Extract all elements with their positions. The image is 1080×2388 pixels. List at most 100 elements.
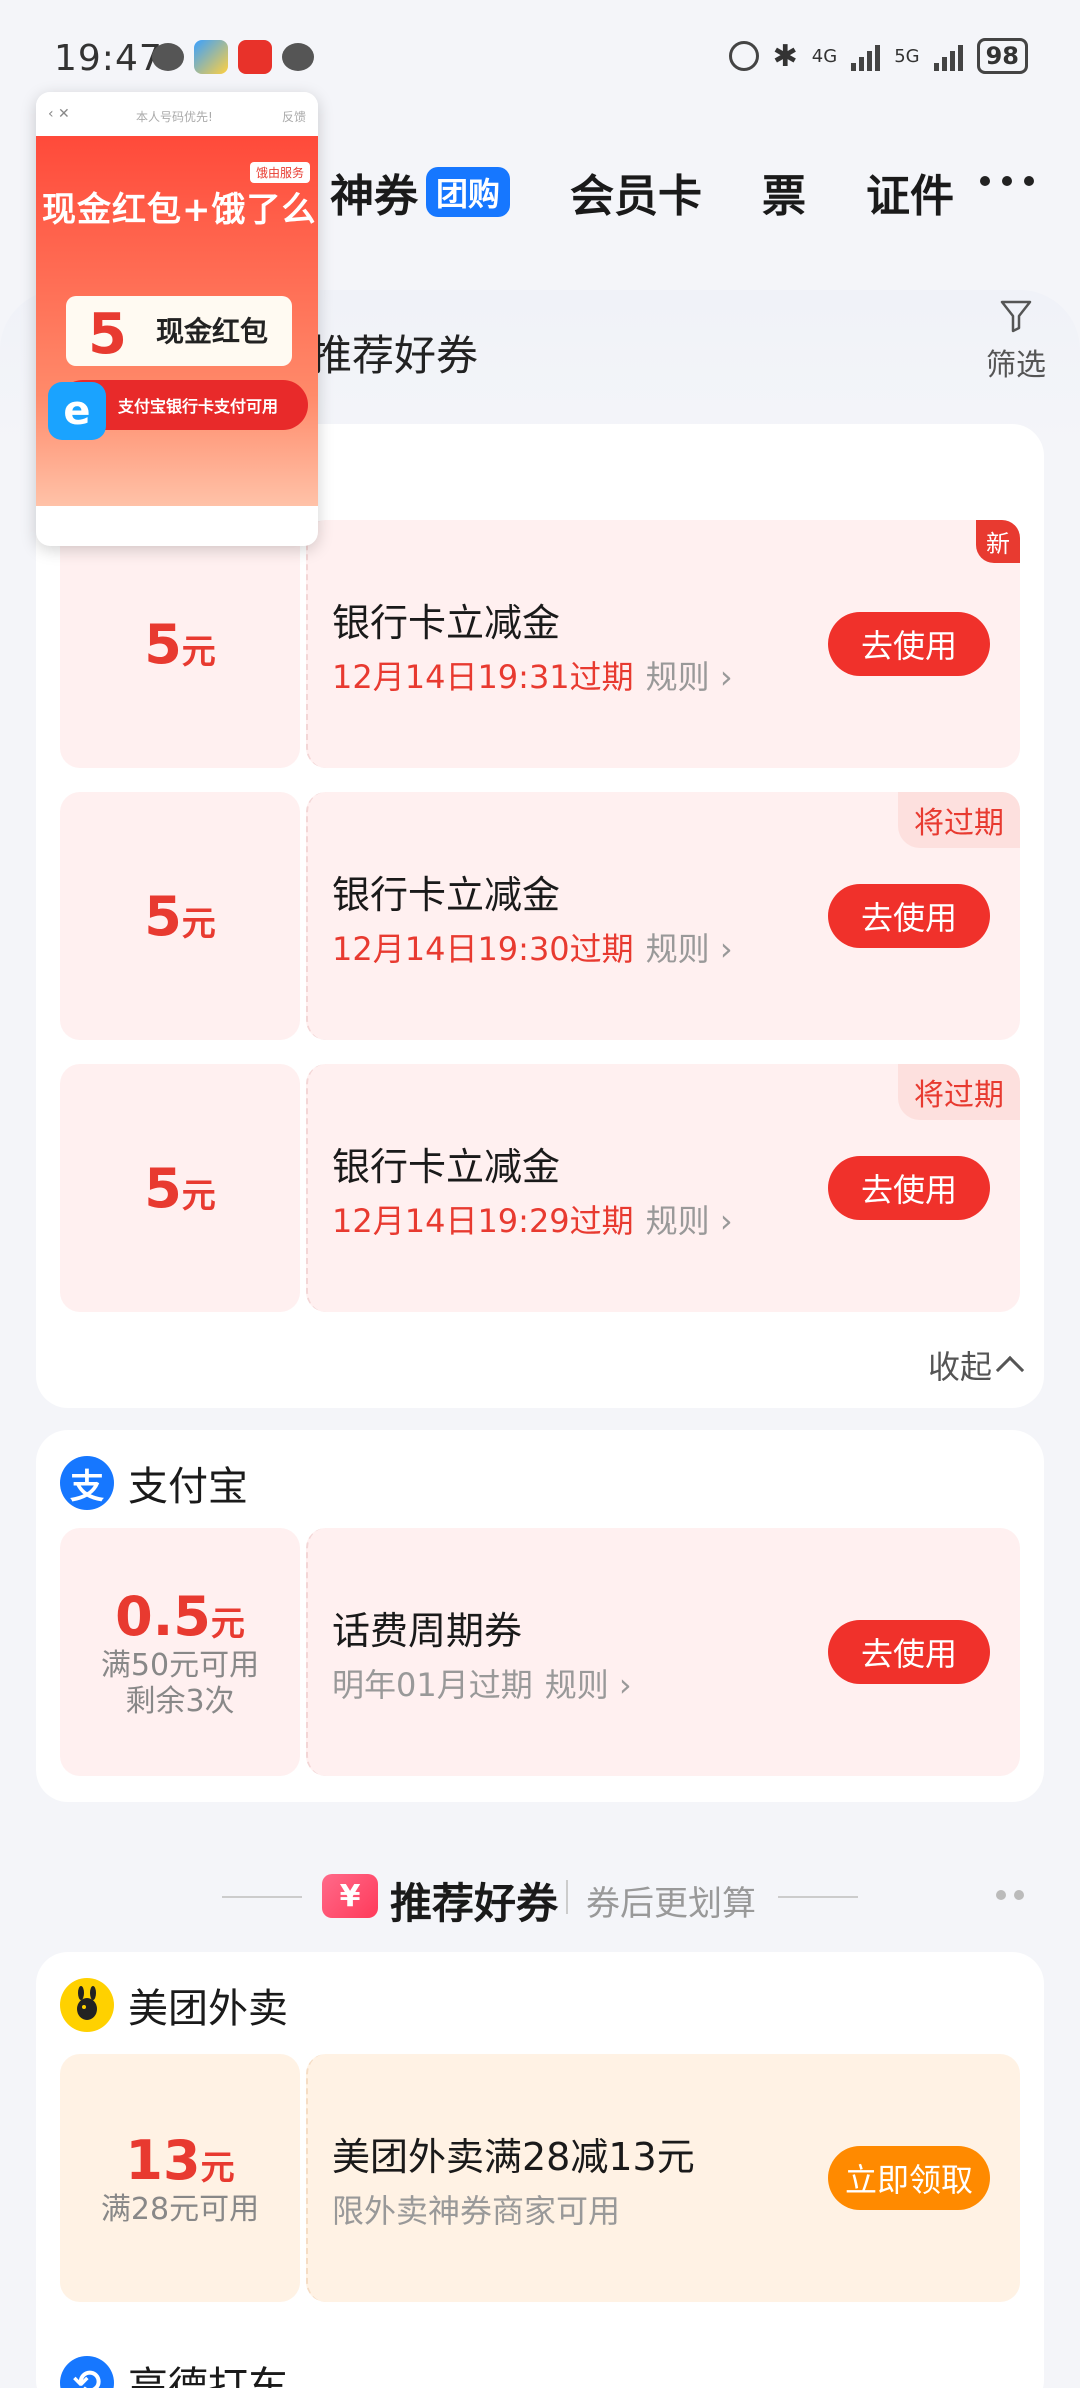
recommend-header: ¥ 推荐好券 券后更划算: [0, 1868, 1080, 1928]
message-icon: [282, 43, 314, 71]
coupon-detail-area: 银行卡立减金 12月14日19:30过期 规则 › 去使用 将过期: [306, 792, 1020, 1040]
coupon-item[interactable]: 13元 满28元可用 美团外卖满28减13元 限外卖神券商家可用 立即领取: [60, 2054, 1020, 2302]
collapse-label: 收起: [927, 1348, 992, 1386]
rule-link[interactable]: 规则 ›: [646, 658, 733, 696]
ad-top-text: 本人号码优先!: [136, 110, 213, 124]
coupon-detail-area: 银行卡立减金 12月14日19:31过期 规则 › 去使用 新: [306, 520, 1020, 768]
nav-tab-coupons[interactable]: 神券 团购: [330, 160, 511, 224]
ad-cash-panel: 5 现金红包: [66, 296, 292, 367]
coupon-detail-area: 话费周期券 明年01月过期 规则 › 去使用: [306, 1528, 1020, 1776]
coupon-amount: 5元: [144, 1156, 216, 1220]
filter-button[interactable]: 筛选: [986, 296, 1046, 384]
signal-5g-icon: [933, 41, 963, 71]
coupon-condition: 满28元可用: [100, 2191, 260, 2227]
section-title: 高德打车: [128, 2364, 288, 2388]
section-title: 支付宝: [128, 1464, 248, 1510]
kangaroo-icon: [77, 1986, 97, 2020]
alipay-logo-icon: 支: [60, 1456, 114, 1510]
ad-banner: 饿由服务 现金红包+饿了么 5 现金红包 支付宝银行卡支付可用 e: [36, 136, 318, 506]
filter-icon: [1000, 300, 1032, 333]
top-nav: 神券 团购 会员卡 票 证件: [330, 160, 1014, 224]
ad-nav-icons[interactable]: ‹ ✕: [48, 106, 70, 122]
network-5g-label: 5G: [894, 45, 920, 67]
nav-tab-documents[interactable]: 证件: [866, 160, 954, 224]
coupon-title: 银行卡立减金: [332, 873, 561, 917]
signal-4g-icon: [851, 41, 881, 71]
more-icon[interactable]: [980, 176, 1034, 186]
coupon-expiry: 12月14日19:30过期 规则 ›: [332, 930, 733, 968]
coupon-expiry: 明年01月过期 规则 ›: [332, 1666, 632, 1704]
alipay-coupon-card: 支 支付宝 0.5元 满50元可用 剩余3次 话费周期券 明年01月过期 规则 ›…: [36, 1430, 1044, 1802]
rule-link[interactable]: 规则 ›: [646, 1202, 733, 1240]
coupon-title: 话费周期券: [332, 1609, 523, 1653]
use-coupon-button[interactable]: 去使用: [828, 1620, 990, 1684]
coupon-amount: 0.5元: [115, 1584, 245, 1648]
battery-icon: 98: [976, 38, 1028, 74]
filter-label: 筛选: [986, 348, 1046, 383]
section-header: ⟲ 高德打车: [60, 2354, 288, 2388]
coupon-amount-area: 5元: [60, 792, 300, 1040]
recommend-title: 推荐好券: [390, 1879, 559, 1928]
coupon-description: 限外卖神券商家可用: [332, 2192, 621, 2230]
meituan-coupon-card: 美团外卖 13元 满28元可用 美团外卖满28减13元 限外卖神券商家可用 立即…: [36, 1952, 1044, 2388]
floating-ad-window[interactable]: ‹ ✕ 本人号码优先! 反馈 饿由服务 现金红包+饿了么 5 现金红包 支付宝银…: [36, 92, 318, 546]
claim-coupon-button[interactable]: 立即领取: [828, 2146, 990, 2210]
ad-cash-label: 现金红包: [156, 315, 269, 348]
coupon-amount-area: 5元: [60, 1064, 300, 1312]
coupon-title: 美团外卖满28减13元: [332, 2135, 695, 2179]
weather-icon: [194, 40, 228, 74]
use-coupon-button[interactable]: 去使用: [828, 884, 990, 948]
bank-coupon-card: 5元 银行卡立减金 12月14日19:31过期 规则 › 去使用 新 5元 银行卡…: [36, 424, 1044, 1408]
meituan-logo-icon: [60, 1978, 114, 2032]
rule-link[interactable]: 规则 ›: [545, 1666, 632, 1704]
more-dots-icon[interactable]: [996, 1890, 1024, 1900]
new-badge: 新: [976, 520, 1020, 563]
coupon-expiry: 12月14日19:29过期 规则 ›: [332, 1202, 733, 1240]
use-coupon-button[interactable]: 去使用: [828, 1156, 990, 1220]
coupon-condition: 满50元可用: [100, 1647, 260, 1683]
coupon-ticket-icon: ¥: [322, 1874, 378, 1918]
ad-tag: 饿由服务: [249, 162, 310, 183]
eleme-logo-icon: e: [48, 382, 106, 440]
app-notification-icon: [238, 40, 272, 74]
ad-bottom-bar: [48, 512, 306, 542]
bluetooth-icon: ✱: [772, 38, 798, 74]
coupon-title: 银行卡立减金: [332, 601, 561, 645]
coupon-item[interactable]: 0.5元 满50元可用 剩余3次 话费周期券 明年01月过期 规则 › 去使用: [60, 1528, 1020, 1776]
coupon-detail-area: 银行卡立减金 12月14日19:29过期 规则 › 去使用 将过期: [306, 1064, 1020, 1312]
coupon-amount-area: 13元 满28元可用: [60, 2054, 300, 2302]
coupon-remaining: 剩余3次: [125, 1683, 235, 1719]
section-header: 支 支付宝: [60, 1454, 248, 1512]
status-time: 19:47: [54, 38, 163, 79]
ad-amount: 5: [88, 302, 127, 367]
coupon-detail-area: 美团外卖满28减13元 限外卖神券商家可用 立即领取: [306, 2054, 1020, 2302]
amap-logo-icon: ⟲: [60, 2356, 114, 2388]
coupon-item[interactable]: 5元 银行卡立减金 12月14日19:30过期 规则 › 去使用 将过期: [60, 792, 1020, 1040]
tab-recommended-coupons[interactable]: 推荐好券: [310, 322, 478, 383]
nav-tab-tickets[interactable]: 票: [762, 160, 806, 224]
use-coupon-button[interactable]: 去使用: [828, 612, 990, 676]
alarm-icon: [728, 41, 759, 71]
wechat-icon: [152, 43, 184, 71]
nav-tab-membership-card[interactable]: 会员卡: [570, 160, 702, 224]
rule-link[interactable]: 规则 ›: [646, 930, 733, 968]
coupon-amount-area: 5元: [60, 520, 300, 768]
expiring-badge: 将过期: [898, 792, 1020, 848]
collapse-button[interactable]: 收起: [927, 1342, 1025, 1388]
ad-topbar: ‹ ✕ 本人号码优先! 反馈: [36, 92, 318, 136]
ad-feedback-link[interactable]: 反馈: [282, 108, 306, 125]
coupon-item[interactable]: 5元 银行卡立减金 12月14日19:31过期 规则 › 去使用 新: [60, 520, 1020, 768]
coupon-amount: 13元: [125, 2128, 235, 2192]
divider: [566, 1880, 568, 1914]
coupon-amount: 5元: [144, 884, 216, 948]
network-4g-label: 4G: [811, 45, 838, 67]
chevron-up-icon: [995, 1355, 1025, 1385]
ad-headline: 现金红包+饿了么: [42, 190, 317, 230]
notification-icons: [152, 40, 314, 74]
recommend-subtitle: 券后更划算: [586, 1884, 756, 1924]
system-icons: ✱ 4G 5G 98: [728, 38, 1028, 74]
section-header: 美团外卖: [60, 1976, 288, 2034]
coupon-expiry: 12月14日19:31过期 规则 ›: [332, 658, 733, 696]
coupon-item[interactable]: 5元 银行卡立减金 12月14日19:29过期 规则 › 去使用 将过期: [60, 1064, 1020, 1312]
coupon-amount-area: 0.5元 满50元可用 剩余3次: [60, 1528, 300, 1776]
